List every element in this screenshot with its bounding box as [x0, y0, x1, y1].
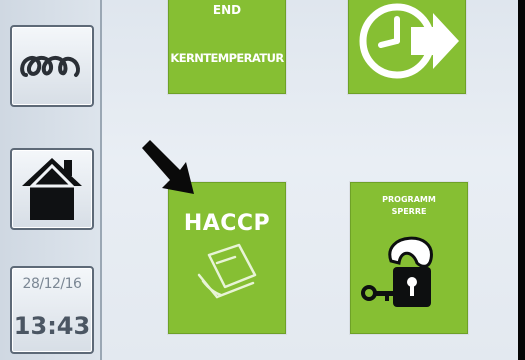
core-temp-line1: END	[212, 3, 242, 17]
tile-program-lock[interactable]: PROGRAMM SPERRE	[350, 182, 468, 334]
screen-bezel	[518, 0, 525, 360]
time-label: 13:43	[13, 312, 91, 340]
tile-timer[interactable]	[348, 0, 466, 94]
heating-button[interactable]	[10, 25, 94, 107]
heating-coil-icon	[20, 56, 80, 77]
home-button[interactable]	[10, 148, 94, 230]
date-label: 28/12/16	[22, 276, 82, 292]
date-time-display[interactable]: 28/12/16 13:43	[10, 266, 94, 354]
sidebar: 28/12/16 13:43	[0, 0, 102, 360]
core-temp-line2: KERNTEMPERATUR	[170, 51, 284, 65]
clock-arrow-icon	[359, 3, 459, 79]
key-lock-icon	[361, 236, 433, 307]
tile-haccp[interactable]: HACCP	[168, 182, 286, 334]
touch-screen: 28/12/16 13:43 END KERNTEMPERATUR HACCP	[0, 0, 518, 360]
pointer-arrow-icon	[142, 140, 194, 194]
document-check-icon	[197, 243, 257, 299]
home-icon	[22, 158, 82, 220]
tile-core-temperature[interactable]: END KERNTEMPERATUR	[168, 0, 286, 94]
